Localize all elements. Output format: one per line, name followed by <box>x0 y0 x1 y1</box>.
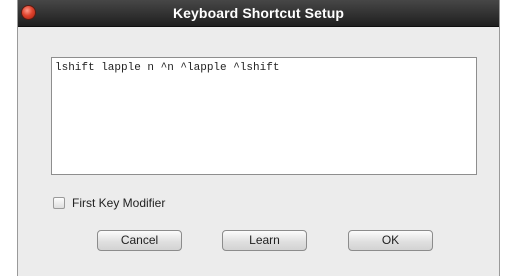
cancel-button[interactable]: Cancel <box>97 230 182 251</box>
title-bar[interactable]: Keyboard Shortcut Setup <box>18 0 499 27</box>
shortcut-text-area[interactable]: lshift lapple n ^n ^lapple ^lshift <box>51 57 477 175</box>
learn-button[interactable]: Learn <box>222 230 307 251</box>
first-key-modifier-label: First Key Modifier <box>72 196 166 210</box>
ok-button[interactable]: OK <box>348 230 433 251</box>
first-key-modifier-checkbox[interactable] <box>53 197 65 209</box>
window-title: Keyboard Shortcut Setup <box>172 5 345 21</box>
first-key-modifier-option[interactable]: First Key Modifier <box>53 196 165 210</box>
dialog-window: Keyboard Shortcut Setup lshift lapple n … <box>17 0 500 276</box>
